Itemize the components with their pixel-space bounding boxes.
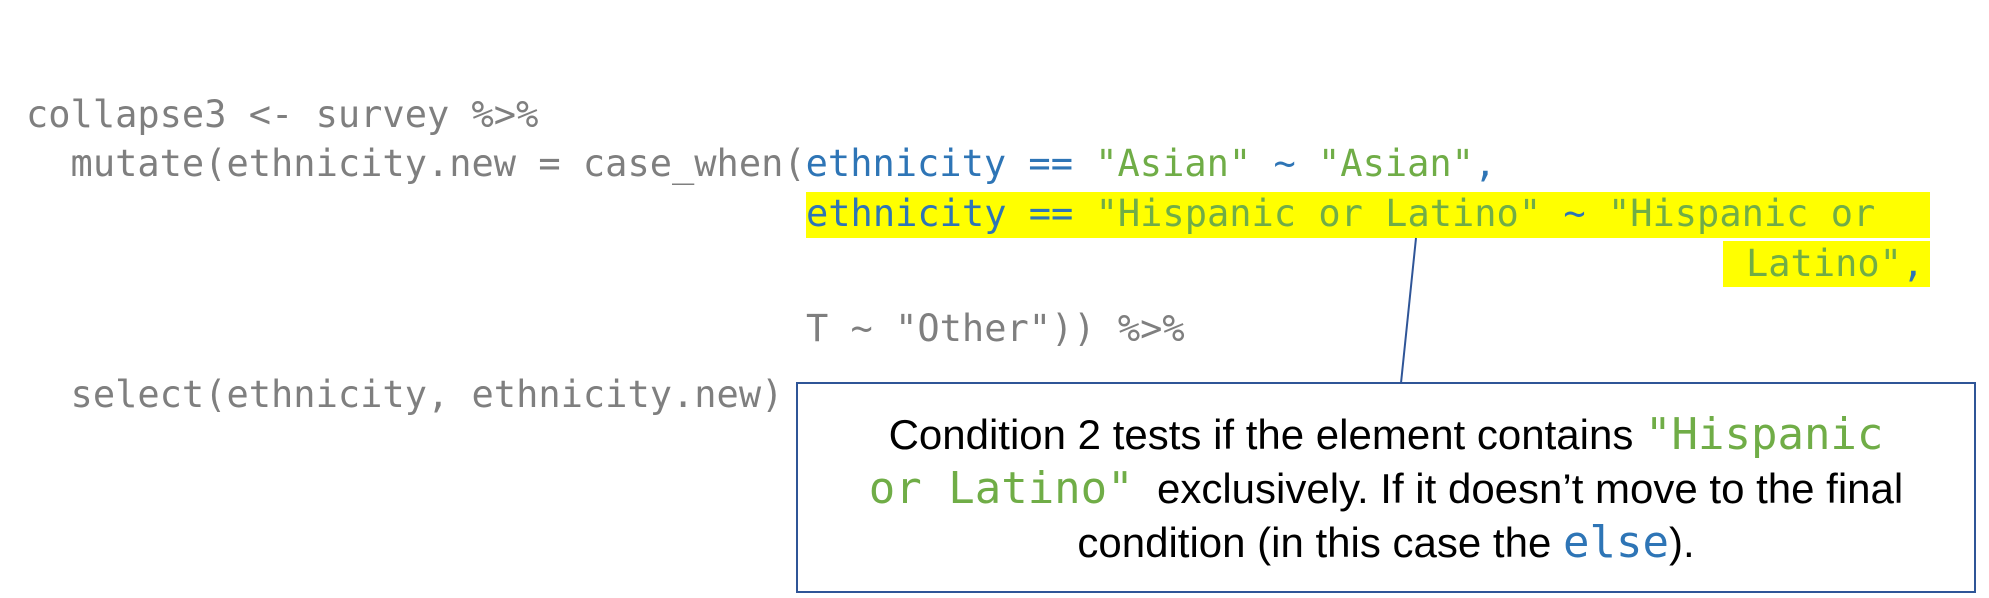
callout-code-else: else (1562, 517, 1669, 568)
callout-line1: Condition 2 tests if the element contain… (798, 408, 1974, 462)
callout-text1: Condition 2 tests if the element contain… (888, 411, 1645, 458)
callout-text3: condition (in this case the (1077, 519, 1563, 566)
callout-code-or-latino: or Latino" (868, 463, 1134, 514)
callout-box: Condition 2 tests if the element contain… (796, 382, 1976, 593)
callout-text4: ). (1668, 519, 1695, 566)
callout-line2: or Latino" exclusively. If it doesn’t mo… (798, 462, 1974, 516)
callout-text2: exclusively. If it doesn’t move to the f… (1133, 465, 1904, 512)
callout-code-hispanic: "Hispanic (1645, 409, 1884, 460)
callout-line3: condition (in this case the else). (798, 516, 1974, 570)
